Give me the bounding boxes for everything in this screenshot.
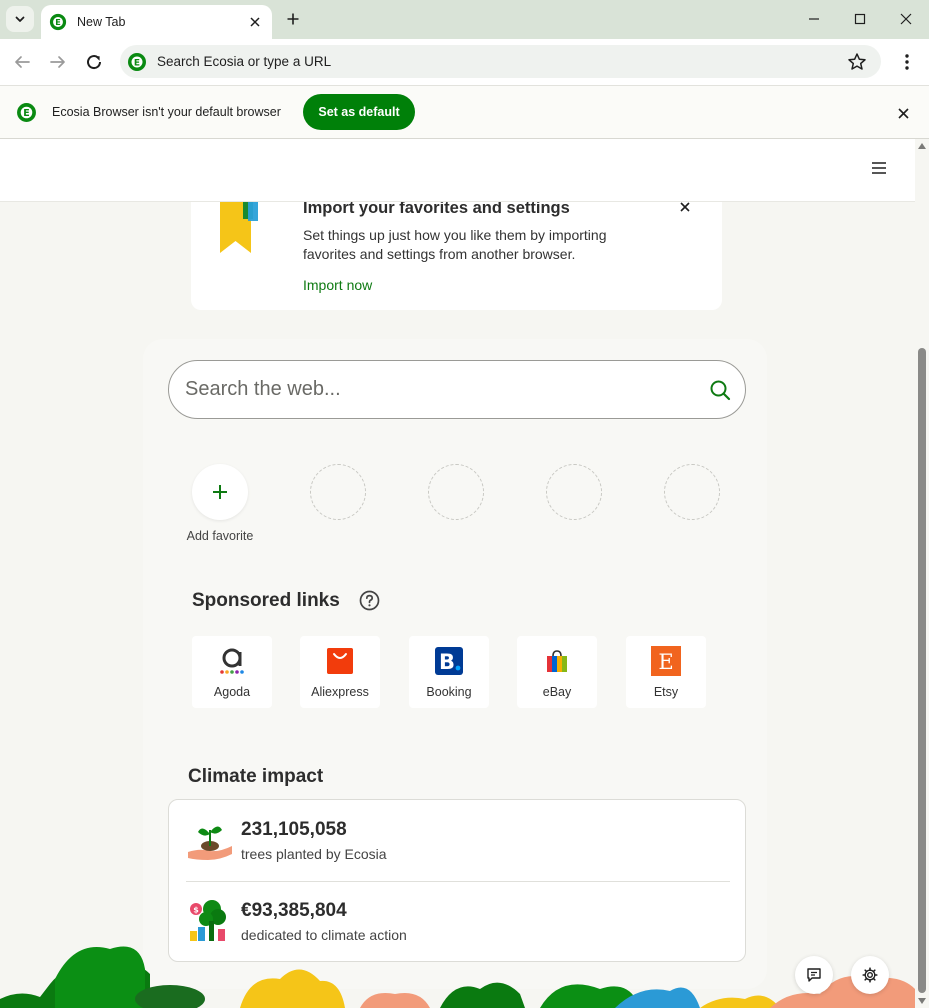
sponsored-tile-label: Agoda xyxy=(213,685,251,699)
climate-funding-amount: €93,385,804 xyxy=(241,900,347,921)
aliexpress-logo-icon xyxy=(327,648,353,674)
kebab-menu-icon xyxy=(905,54,909,70)
address-bar-placeholder: Search Ecosia or type a URL xyxy=(157,54,332,69)
infobar-message: Ecosia Browser isn't your default browse… xyxy=(52,105,281,119)
svg-text:B: B xyxy=(439,650,455,674)
sponsored-tile-etsy[interactable]: E Etsy xyxy=(626,636,706,708)
climate-divider xyxy=(186,881,730,882)
svg-text:E: E xyxy=(134,58,140,68)
scroll-up-arrow-icon[interactable] xyxy=(918,142,926,150)
favorite-slot-empty xyxy=(428,464,484,520)
sponsored-tile-booking[interactable]: B Booking xyxy=(409,636,489,708)
settings-button[interactable] xyxy=(851,956,889,994)
climate-impact-title: Climate impact xyxy=(188,766,324,787)
help-icon xyxy=(359,590,379,610)
web-search-box xyxy=(168,360,746,419)
ecosia-logo-icon: E xyxy=(49,13,67,31)
favorite-slot-empty xyxy=(664,464,720,520)
import-now-link[interactable]: Import now xyxy=(303,277,372,293)
svg-text:E: E xyxy=(23,108,29,119)
default-browser-infobar: E Ecosia Browser isn't your default brow… xyxy=(0,85,929,139)
page-viewport: Import your favorites and settings Set t… xyxy=(0,139,915,1008)
hamburger-icon xyxy=(872,162,886,174)
sponsored-links-title: Sponsored links xyxy=(192,590,340,611)
climate-impact-card: 231,105,058 trees planted by Ecosia $ €9… xyxy=(168,799,746,962)
add-favorite-button[interactable] xyxy=(192,464,248,520)
sponsored-tile-label: Etsy xyxy=(653,685,679,699)
favorite-slot-empty xyxy=(546,464,602,520)
plus-icon xyxy=(213,485,227,499)
feedback-icon xyxy=(807,968,821,982)
search-submit-button[interactable] xyxy=(707,377,733,403)
gear-icon xyxy=(862,967,878,983)
browser-toolbar: E Search Ecosia or type a URL xyxy=(0,39,929,85)
tab-title: New Tab xyxy=(77,15,126,29)
scroll-down-arrow-icon[interactable] xyxy=(918,997,926,1005)
close-icon xyxy=(900,13,912,25)
web-search-input[interactable] xyxy=(185,378,707,401)
tab-strip: E New Tab xyxy=(0,0,929,39)
tab-search-button[interactable] xyxy=(6,6,34,32)
ebay-logo-icon xyxy=(547,650,567,672)
close-window-button[interactable] xyxy=(893,6,919,32)
plus-icon xyxy=(287,13,299,25)
tab-new-tab[interactable]: E New Tab xyxy=(41,5,272,39)
climate-funding-icon: $ xyxy=(190,900,226,941)
page-menu-button[interactable] xyxy=(868,157,890,179)
sponsored-tile-label: Aliexpress xyxy=(311,685,369,699)
svg-text:E: E xyxy=(658,650,673,674)
close-icon xyxy=(250,17,260,27)
back-button[interactable] xyxy=(9,49,35,75)
set-as-default-button[interactable]: Set as default xyxy=(303,94,415,130)
minimize-icon xyxy=(809,18,819,20)
search-icon xyxy=(710,380,731,400)
climate-funding-label: dedicated to climate action xyxy=(241,927,407,943)
star-icon xyxy=(848,52,866,70)
maximize-icon xyxy=(854,13,866,25)
close-icon xyxy=(680,202,690,212)
reload-icon xyxy=(87,55,102,70)
booking-logo-icon: B xyxy=(435,647,463,675)
svg-text:E: E xyxy=(55,17,61,27)
new-tab-button[interactable] xyxy=(282,8,304,30)
sponsored-tile-aliexpress[interactable]: Aliexpress xyxy=(300,636,380,708)
sponsored-help-button[interactable] xyxy=(358,589,380,611)
sponsored-tile-ebay[interactable]: eBay xyxy=(517,636,597,708)
ecosia-logo-icon: E xyxy=(128,52,146,71)
sponsored-tile-label: eBay xyxy=(542,685,572,699)
trees-planted-count: 231,105,058 xyxy=(241,819,347,840)
bookmark-star-button[interactable] xyxy=(845,50,869,74)
forward-button[interactable] xyxy=(45,49,71,75)
page-header xyxy=(0,139,915,202)
forward-icon xyxy=(50,56,65,68)
feedback-button[interactable] xyxy=(795,956,833,994)
reload-button[interactable] xyxy=(81,49,107,75)
import-card-description: Set things up just how you like them by … xyxy=(303,227,607,262)
trees-planted-label: trees planted by Ecosia xyxy=(241,846,387,862)
browser-menu-button[interactable] xyxy=(895,49,919,75)
ecosia-logo-icon: E xyxy=(17,103,36,122)
address-bar[interactable]: E Search Ecosia or type a URL xyxy=(120,45,881,78)
add-favorite-label: Add favorite xyxy=(186,529,254,543)
tab-close-button[interactable] xyxy=(246,13,264,31)
svg-text:$: $ xyxy=(193,906,199,915)
sponsored-tile-agoda[interactable]: Agoda xyxy=(192,636,272,708)
scrollbar-thumb[interactable] xyxy=(918,348,926,993)
back-icon xyxy=(15,56,30,68)
minimize-button[interactable] xyxy=(801,6,827,32)
chevron-down-icon xyxy=(15,16,25,22)
page-scrollbar[interactable] xyxy=(915,139,929,1008)
infobar-close-button[interactable] xyxy=(893,103,913,123)
etsy-logo-icon: E xyxy=(651,646,681,676)
maximize-button[interactable] xyxy=(847,6,873,32)
close-icon xyxy=(897,107,909,119)
favorite-slot-empty xyxy=(310,464,366,520)
sponsored-tile-label: Booking xyxy=(426,685,472,699)
agoda-logo-icon xyxy=(220,648,244,674)
hand-seedling-icon xyxy=(188,826,232,860)
